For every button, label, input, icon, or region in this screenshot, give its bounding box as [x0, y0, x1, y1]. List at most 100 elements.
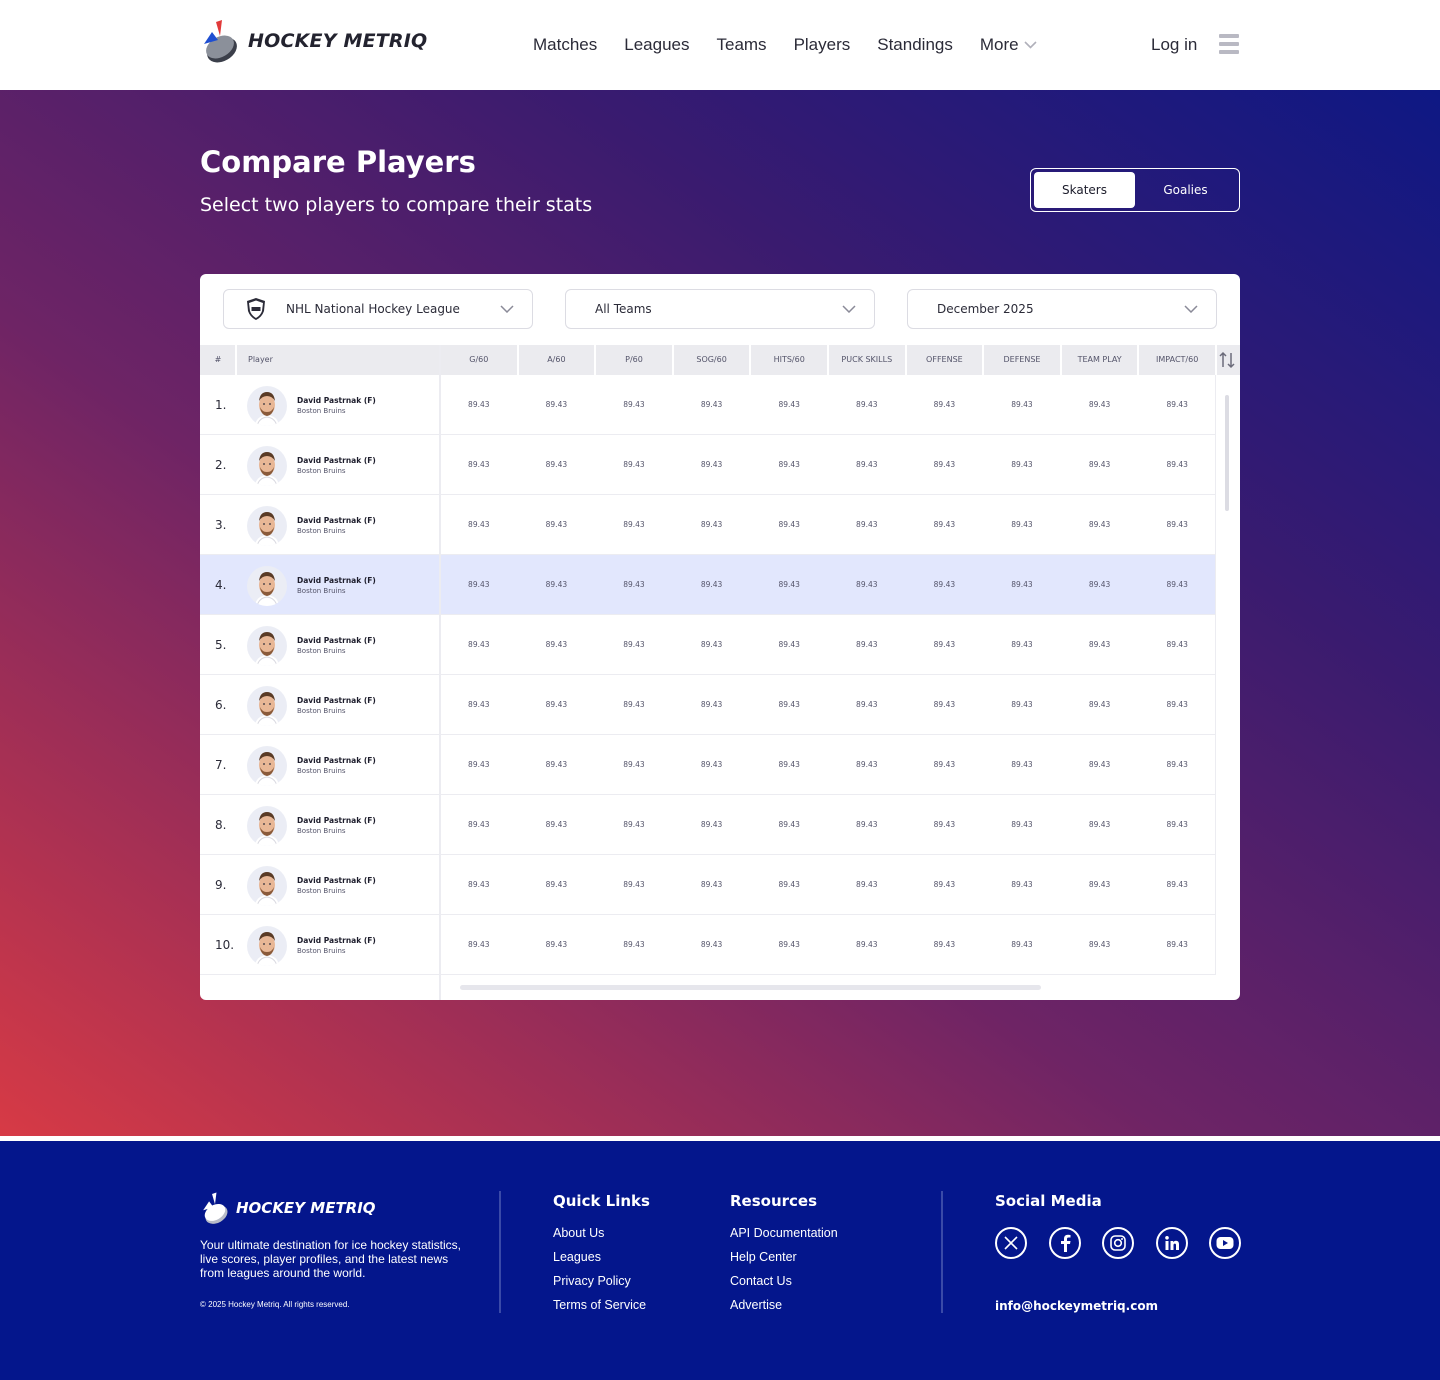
player-avatar [247, 926, 287, 966]
nav-leagues[interactable]: Leagues [624, 35, 689, 55]
stat-cell: 89.43 [1011, 940, 1033, 949]
nav-more[interactable]: More [980, 35, 1037, 55]
footer-description: Your ultimate destination for ice hockey… [200, 1238, 462, 1280]
player-avatar [247, 446, 287, 486]
stat-cell: 89.43 [856, 820, 878, 829]
nav-standings[interactable]: Standings [877, 35, 953, 55]
league-select[interactable]: NHL National Hockey League [223, 289, 533, 329]
login-link[interactable]: Log in [1151, 35, 1197, 55]
row-rank: 3. [215, 518, 227, 532]
puck-logo-icon [204, 20, 237, 63]
footer-logo[interactable]: HOCKEY METRIQ [200, 1191, 376, 1225]
col-stat[interactable]: HITS/60 [750, 345, 828, 375]
col-stat[interactable]: PUCK SKILLS [828, 345, 906, 375]
stat-cell: 89.43 [933, 640, 956, 649]
stat-cell: 89.43 [545, 700, 568, 709]
puck-logo-icon [203, 1192, 228, 1224]
col-rank[interactable]: # [200, 345, 236, 375]
footer-link-help[interactable]: Help Center [730, 1250, 838, 1274]
horizontal-scrollbar[interactable] [460, 985, 1041, 990]
sort-icon[interactable] [1218, 351, 1236, 369]
linkedin-icon[interactable] [1155, 1227, 1188, 1259]
player-name[interactable]: David Pastrnak (F) [297, 396, 376, 405]
stat-cell: 89.43 [468, 580, 490, 589]
footer-link-about[interactable]: About Us [553, 1226, 650, 1250]
site-footer: HOCKEY METRIQ Your ultimate destination … [0, 1141, 1440, 1380]
stat-cell: 89.43 [623, 880, 645, 889]
instagram-icon[interactable] [1102, 1227, 1134, 1259]
date-select[interactable]: December 2025 [907, 289, 1217, 329]
player-type-toggle: Skaters Goalies [1030, 168, 1240, 212]
table-row[interactable]: 7. David Pastrnak (F) Boston Bruins 89.43 89… [200, 735, 1215, 795]
player-name[interactable]: David Pastrnak (F) [297, 456, 376, 465]
compare-card: NHL National Hockey League All Teams Dec… [200, 274, 1240, 1000]
col-stat[interactable]: TEAM PLAY [1061, 345, 1139, 375]
stat-cell: 89.43 [1088, 760, 1111, 769]
player-name[interactable]: David Pastrnak (F) [297, 696, 376, 705]
player-avatar [247, 506, 287, 546]
nav-teams[interactable]: Teams [716, 35, 766, 55]
player-name[interactable]: David Pastrnak (F) [297, 816, 376, 825]
goalies-tab[interactable]: Goalies [1135, 172, 1236, 208]
stat-cell: 89.43 [856, 640, 878, 649]
quick-links-title: Quick Links [553, 1192, 650, 1210]
footer-link-terms[interactable]: Terms of Service [553, 1298, 650, 1322]
stat-cell: 89.43 [545, 580, 568, 589]
stat-cell: 89.43 [1088, 880, 1111, 889]
row-rank: 10. [215, 938, 235, 952]
table-row[interactable]: 8. David Pastrnak (F) Boston Bruins 89.43 89… [200, 795, 1215, 855]
player-name[interactable]: David Pastrnak (F) [297, 516, 376, 525]
table-row[interactable]: 6. David Pastrnak (F) Boston Bruins 89.43 89… [200, 675, 1215, 735]
footer-email[interactable]: info@hockeymetriq.com [995, 1299, 1158, 1313]
nav-players[interactable]: Players [794, 35, 851, 55]
table-row[interactable]: 5. David Pastrnak (F) Boston Bruins 89.43 89… [200, 615, 1215, 675]
stat-cell: 89.43 [468, 400, 490, 409]
row-rank: 4. [215, 578, 227, 592]
player-name[interactable]: David Pastrnak (F) [297, 576, 376, 585]
col-stat[interactable]: P/60 [595, 345, 673, 375]
skaters-tab[interactable]: Skaters [1034, 172, 1135, 208]
col-stat[interactable]: IMPACT/60 [1138, 345, 1216, 375]
table-row[interactable]: 2. David Pastrnak (F) Boston Bruins 89.43 89… [200, 435, 1215, 495]
table-row[interactable]: 1. David Pastrnak (F) Boston Bruins 89.43 89… [200, 375, 1215, 435]
table-row[interactable]: 3. David Pastrnak (F) Boston Bruins 89.43 89… [200, 495, 1215, 555]
table-row[interactable]: 10. David Pastrnak (F) Boston Bruins 89.43 8… [200, 915, 1215, 975]
stat-cell: 89.43 [1166, 580, 1188, 589]
col-stat[interactable]: SOG/60 [673, 345, 751, 375]
col-stat[interactable]: DEFENSE [983, 345, 1061, 375]
col-stat[interactable]: OFFENSE [906, 345, 984, 375]
team-select[interactable]: All Teams [565, 289, 875, 329]
nav-matches[interactable]: Matches [533, 35, 597, 55]
stat-cell: 89.43 [468, 520, 490, 529]
footer-link-api[interactable]: API Documentation [730, 1226, 838, 1250]
footer-link-leagues[interactable]: Leagues [553, 1250, 650, 1274]
social-media: Social Media [995, 1192, 1102, 1226]
table-row[interactable]: 4. David Pastrnak (F) Boston Bruins 89.43 89… [200, 555, 1215, 615]
facebook-icon[interactable] [1048, 1227, 1081, 1259]
player-team: Boston Bruins [297, 887, 346, 895]
stat-cell: 89.43 [545, 820, 568, 829]
vertical-scrollbar[interactable] [1225, 395, 1229, 511]
footer-link-advertise[interactable]: Advertise [730, 1298, 838, 1322]
player-name[interactable]: David Pastrnak (F) [297, 756, 376, 765]
col-stat[interactable]: A/60 [518, 345, 596, 375]
player-avatar [247, 566, 287, 606]
table-row[interactable]: 9. David Pastrnak (F) Boston Bruins 89.43 89… [200, 855, 1215, 915]
stat-cell: 89.43 [1088, 700, 1111, 709]
col-player[interactable]: Player [248, 345, 273, 375]
youtube-icon[interactable] [1209, 1227, 1241, 1259]
stat-cell: 89.43 [778, 700, 800, 709]
footer-link-privacy[interactable]: Privacy Policy [553, 1274, 650, 1298]
player-team: Boston Bruins [297, 947, 346, 955]
footer-link-contact[interactable]: Contact Us [730, 1274, 838, 1298]
x-icon[interactable] [995, 1227, 1027, 1259]
player-team: Boston Bruins [297, 647, 346, 655]
player-name[interactable]: David Pastrnak (F) [297, 876, 376, 885]
menu-icon[interactable] [1219, 34, 1239, 56]
player-team: Boston Bruins [297, 467, 346, 475]
brand-logo[interactable]: HOCKEY METRIQ [200, 18, 427, 64]
player-name[interactable]: David Pastrnak (F) [297, 636, 376, 645]
stat-cell: 89.43 [700, 580, 723, 589]
col-stat[interactable]: G/60 [440, 345, 518, 375]
player-name[interactable]: David Pastrnak (F) [297, 936, 376, 945]
